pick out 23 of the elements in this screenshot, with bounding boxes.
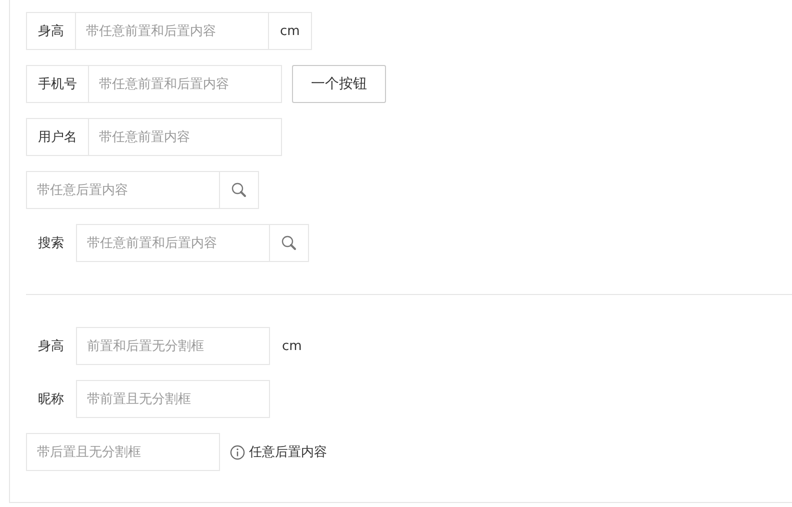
field-label: 搜索 (37, 235, 65, 253)
field-label: 昵称 (37, 391, 65, 409)
field-label: 身高 (26, 12, 75, 50)
unit-label: cm (269, 12, 312, 50)
input-field[interactable]: 带任意前置内容 (88, 118, 282, 156)
action-button[interactable]: 一个按钮 (292, 65, 386, 103)
search-button[interactable] (220, 171, 259, 209)
search-icon (231, 182, 247, 198)
field-label: 手机号 (26, 65, 88, 103)
input-field[interactable]: 带任意后置内容 (26, 171, 220, 209)
field-label: 身高 (37, 338, 65, 356)
search-icon (281, 235, 297, 251)
hint-text: 任意后置内容 (249, 444, 327, 461)
input-field[interactable]: 带任意前置和后置内容 (88, 65, 282, 103)
unit-label: cm (281, 338, 303, 356)
search-button[interactable] (270, 224, 309, 262)
input-field[interactable]: 带任意前置和后置内容 (75, 12, 269, 50)
field-label: 用户名 (26, 118, 88, 156)
input-field[interactable]: 带后置且无分割框 (26, 433, 220, 471)
input-field[interactable]: 前置和后置无分割框 (76, 327, 270, 365)
input-field[interactable]: 带前置且无分割框 (76, 380, 270, 418)
info-icon (230, 444, 245, 460)
input-field[interactable]: 带任意前置和后置内容 (76, 224, 270, 262)
